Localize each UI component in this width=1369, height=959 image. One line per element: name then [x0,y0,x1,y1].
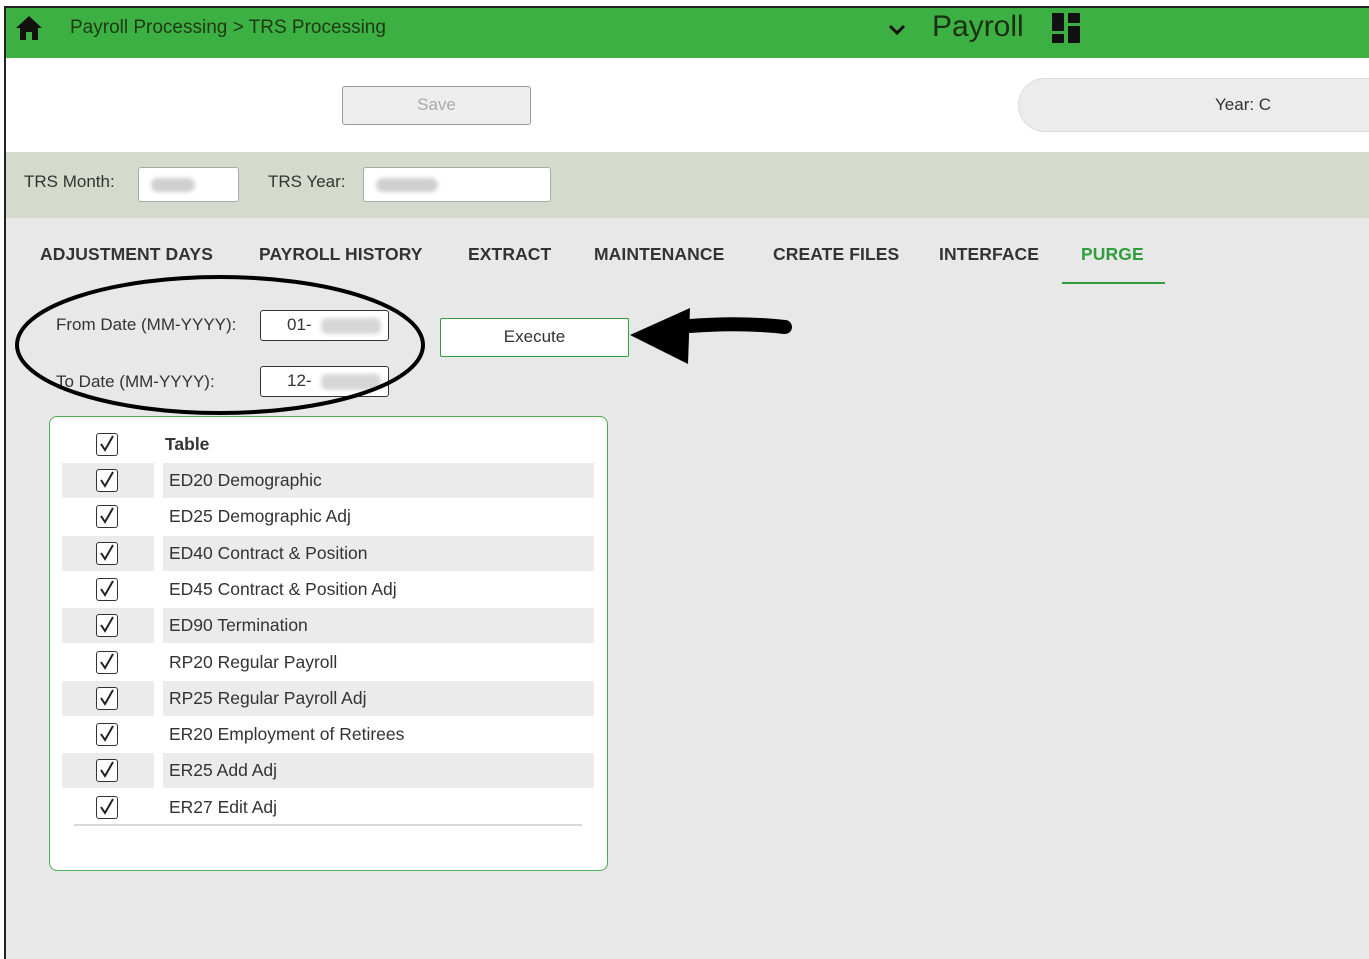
table-cell: ER25 Add Adj [163,753,594,789]
home-icon[interactable] [14,14,44,42]
table-row: ER20 Employment of Retirees [62,717,594,752]
tab-adjustment-days[interactable]: ADJUSTMENT DAYS [40,244,213,265]
save-button[interactable]: Save [342,86,531,125]
row-checkbox[interactable] [96,541,118,565]
breadcrumb[interactable]: Payroll Processing > TRS Processing [70,17,386,39]
table-divider [74,824,582,826]
checkbox-cell [62,790,154,825]
row-checkbox[interactable] [96,723,118,747]
table-cell: RP20 Regular Payroll [169,651,338,672]
checkbox-cell [62,680,154,716]
tab-interface[interactable]: INTERFACE [939,244,1039,265]
checkbox-cell [62,717,154,752]
trs-year-field[interactable] [363,167,551,202]
checkbox-cell [62,753,154,789]
to-date-value: 12- [287,371,312,390]
table-row: ED45 Contract & Position Adj [62,572,594,607]
table-cell: ED20 Demographic [163,463,594,498]
table-cell: ED45 Contract & Position Adj [169,578,397,599]
table-row: ER27 Edit Adj [62,790,594,825]
chevron-down-icon[interactable] [886,19,908,41]
row-checkbox[interactable] [96,795,118,819]
row-checkbox[interactable] [96,577,118,601]
table-row: ED90 Termination [62,608,594,644]
redacted-value [376,178,438,192]
tab-create-files[interactable]: CREATE FILES [773,244,899,265]
trs-month-field[interactable] [138,167,239,202]
row-checkbox[interactable] [96,759,118,783]
row-checkbox[interactable] [96,469,118,492]
checkbox-cell [62,608,154,644]
table-cell: ED40 Contract & Position [163,535,594,571]
year-selector[interactable]: Year: C [1018,78,1369,132]
redacted-value [321,318,381,334]
redacted-value [321,374,381,390]
execute-button[interactable]: Execute [440,318,629,357]
table-row: ED40 Contract & Position [62,535,594,571]
tab-payroll-history[interactable]: PAYROLL HISTORY [259,244,423,265]
checkbox-cell [62,535,154,571]
grid-icon[interactable] [1052,13,1082,43]
redacted-value [151,178,195,192]
table-row: ED25 Demographic Adj [62,499,594,534]
row-checkbox[interactable] [96,686,118,710]
tab-purge[interactable]: PURGE [1081,244,1144,265]
checkbox-cell [62,499,154,534]
checkbox-cell [62,645,154,680]
tab-maintenance[interactable]: MAINTENANCE [594,244,724,265]
table-cell: RP25 Regular Payroll Adj [163,680,594,716]
purge-table-card: Table ED20 Demographic ED25 Demographic A… [49,416,608,871]
year-label: Year: C [1215,95,1272,114]
to-date-field[interactable]: 12- [260,366,389,397]
table-cell: ED25 Demographic Adj [169,506,351,527]
trs-month-label: TRS Month: [24,172,115,191]
row-checkbox[interactable] [96,650,118,674]
trs-filter-bar: TRS Month: TRS Year: [6,152,1369,218]
row-checkbox[interactable] [96,505,118,529]
tab-extract[interactable]: EXTRACT [468,244,551,265]
app-title: Payroll [932,10,1024,43]
top-bar: Payroll Processing > TRS Processing Payr… [6,8,1369,58]
toolbar: Save Year: C [6,58,1369,152]
table-row: RP20 Regular Payroll [62,645,594,680]
table-cell: ER27 Edit Adj [169,796,277,817]
app-window: Payroll Processing > TRS Processing Payr… [4,6,1369,959]
select-all-cell [62,427,154,462]
table-row: ER25 Add Adj [62,753,594,789]
row-checkbox[interactable] [96,614,118,638]
table-row: RP25 Regular Payroll Adj [62,680,594,716]
table-header-label: Table [165,434,210,454]
table-cell: ED90 Termination [163,608,594,644]
table-row: ED20 Demographic [62,463,594,498]
table-header-row: Table [62,427,594,462]
table-cell: ER20 Employment of Retirees [169,724,405,745]
from-date-value: 01- [287,315,312,334]
from-date-label: From Date (MM-YYYY): [56,315,237,334]
checkbox-cell [62,572,154,607]
to-date-label: To Date (MM-YYYY): [56,372,215,391]
checkbox-cell [62,463,154,498]
active-tab-indicator [1062,282,1165,284]
from-date-field[interactable]: 01- [260,310,389,341]
select-all-checkbox[interactable] [96,433,118,456]
trs-year-label: TRS Year: [268,172,346,191]
